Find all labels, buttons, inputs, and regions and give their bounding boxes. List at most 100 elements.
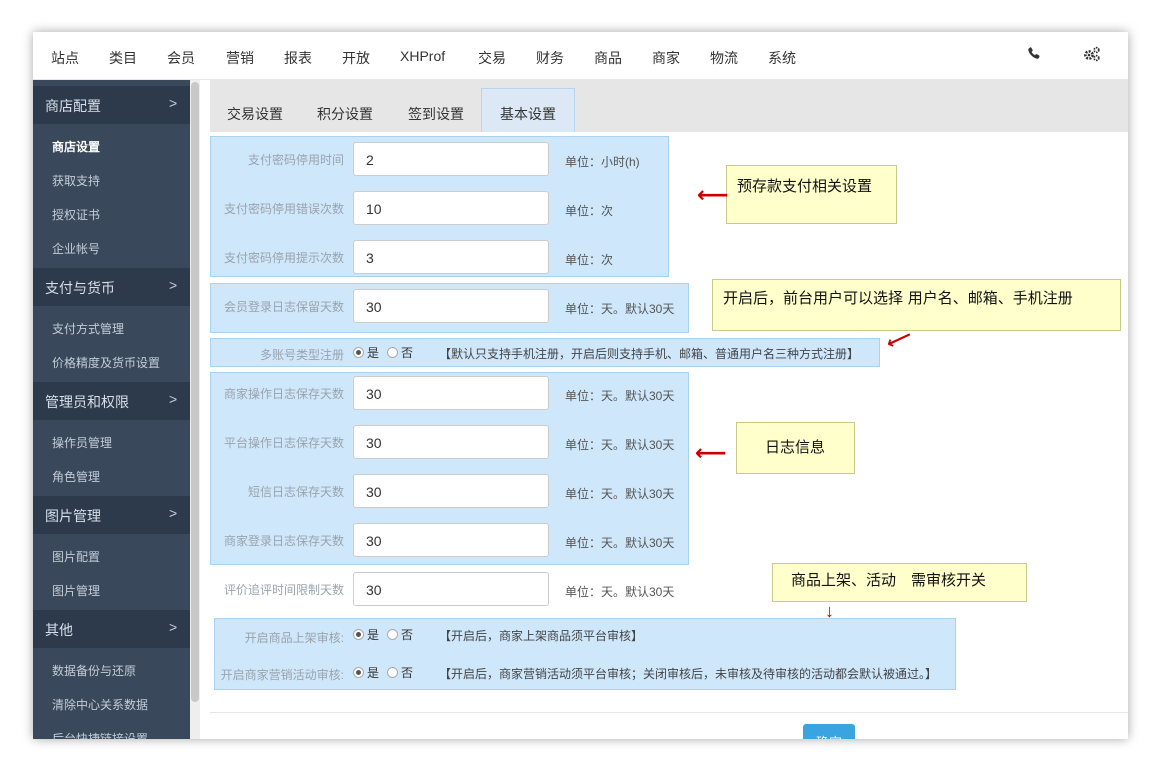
sidebar-item-quick-links[interactable]: 后台快捷链接设置 bbox=[52, 730, 148, 739]
form-row-label: 平台操作日志保存天数 bbox=[223, 436, 344, 450]
form-row-label: 商家操作日志保存天数 bbox=[223, 387, 344, 401]
nav-item-report[interactable]: 报表 bbox=[284, 48, 312, 68]
form-row-label: 支付密码停用提示次数 bbox=[223, 251, 344, 265]
sidebar-group-payment[interactable]: 支付与货币 > bbox=[33, 268, 190, 306]
sidebar-group-label: 其他 bbox=[45, 622, 73, 638]
sidebar-group-label: 图片管理 bbox=[45, 508, 101, 524]
sidebar-item-license[interactable]: 授权证书 bbox=[52, 206, 100, 223]
tab-checkin-settings[interactable]: 签到设置 bbox=[408, 104, 464, 124]
form-divider bbox=[210, 712, 1128, 713]
register-callout: 开启后，前台用户可以选择 用户名、邮箱、手机注册 bbox=[712, 279, 1121, 331]
sidebar-group-images[interactable]: 图片管理 > bbox=[33, 496, 190, 534]
sidebar-item-enterprise-account[interactable]: 企业帐号 bbox=[52, 240, 100, 257]
nav-item-member[interactable]: 会员 bbox=[167, 48, 195, 68]
review-limit-days-input[interactable]: 30 bbox=[353, 572, 549, 606]
member-login-log-days-input[interactable]: 30 bbox=[353, 289, 549, 323]
chevron-right-icon: > bbox=[169, 505, 178, 521]
radio-yes[interactable]: 是 bbox=[353, 628, 379, 642]
confirm-button[interactable]: 确定 bbox=[803, 724, 855, 739]
sidebar-item-backup[interactable]: 数据备份与还原 bbox=[52, 662, 136, 679]
sidebar: 商店配置 > 商店设置 获取支持 授权证书 企业帐号 支付与货币 > 支付方式管… bbox=[33, 80, 190, 739]
nav-item-goods[interactable]: 商品 bbox=[594, 48, 622, 68]
radio-yes[interactable]: 是 bbox=[353, 666, 379, 680]
sidebar-group-label: 管理员和权限 bbox=[45, 394, 129, 410]
form-row-unit: 单位：小时(h) bbox=[565, 155, 640, 169]
form-row-label: 短信日志保存天数 bbox=[247, 485, 344, 499]
audit-activity-note: 【开启后，商家营销活动须平台审核；关闭审核后，未审核及待审核的活动都会默认被通过… bbox=[439, 667, 938, 681]
sidebar-item-image-config[interactable]: 图片配置 bbox=[52, 548, 100, 565]
sidebar-item-roles[interactable]: 角色管理 bbox=[52, 468, 100, 485]
form-row-unit: 单位：天。默认30天 bbox=[565, 585, 675, 599]
arrow-down-icon: ↓ bbox=[825, 601, 834, 621]
sidebar-item-get-support[interactable]: 获取支持 bbox=[52, 172, 100, 189]
sidebar-item-store-settings[interactable]: 商店设置 bbox=[52, 138, 100, 155]
chevron-right-icon: > bbox=[169, 277, 178, 293]
tab-basic-settings[interactable]: 基本设置 bbox=[481, 88, 575, 132]
sidebar-scrollbar[interactable] bbox=[190, 80, 200, 739]
sidebar-item-clear-data[interactable]: 清除中心关系数据 bbox=[52, 696, 148, 713]
radio-yes[interactable]: 是 bbox=[353, 346, 379, 360]
radio-no[interactable]: 否 bbox=[387, 628, 413, 642]
chevron-right-icon: > bbox=[169, 391, 178, 407]
form-row-unit: 单位：天。默认30天 bbox=[565, 302, 675, 316]
nav-item-system[interactable]: 系统 bbox=[768, 48, 796, 68]
chevron-right-icon: > bbox=[169, 619, 178, 635]
sidebar-group-label: 支付与货币 bbox=[45, 280, 115, 296]
form-row-label: 评价追评时间限制天数 bbox=[223, 583, 344, 597]
form-row-label: 支付密码停用错误次数 bbox=[223, 202, 344, 216]
sidebar-group-admin[interactable]: 管理员和权限 > bbox=[33, 382, 190, 420]
form-row-unit: 单位：次 bbox=[565, 253, 614, 267]
scrollbar-thumb[interactable] bbox=[191, 82, 199, 702]
arrow-left-icon: ⟵ bbox=[697, 182, 729, 207]
payment-callout: 预存款支付相关设置 bbox=[726, 165, 897, 224]
nav-item-logistics[interactable]: 物流 bbox=[710, 48, 738, 68]
nav-item-xhprof[interactable]: XHProf bbox=[400, 48, 445, 64]
pay-password-lock-time-input[interactable]: 2 bbox=[353, 142, 549, 176]
chevron-right-icon: > bbox=[169, 95, 178, 111]
sms-log-days-input[interactable]: 30 bbox=[353, 474, 549, 508]
form-row-unit: 单位：天。默认30天 bbox=[565, 536, 675, 550]
nav-item-finance[interactable]: 财务 bbox=[536, 48, 564, 68]
form-row-label: 多账号类型注册 bbox=[259, 348, 344, 362]
form-row-label: 开启商品上架审核: bbox=[244, 631, 344, 645]
gears-icon[interactable] bbox=[1083, 46, 1101, 67]
nav-item-trade[interactable]: 交易 bbox=[478, 48, 506, 68]
form-row-unit: 单位：天。默认30天 bbox=[565, 389, 675, 403]
merchant-op-log-days-input[interactable]: 30 bbox=[353, 376, 549, 410]
phone-icon[interactable] bbox=[1027, 46, 1041, 65]
merchant-login-log-days-input[interactable]: 30 bbox=[353, 523, 549, 557]
pay-password-hint-count-input[interactable]: 3 bbox=[353, 240, 549, 274]
nav-item-category[interactable]: 类目 bbox=[109, 48, 137, 68]
nav-item-merchant[interactable]: 商家 bbox=[652, 48, 680, 68]
logs-callout: 日志信息 bbox=[736, 422, 855, 474]
sidebar-item-price-precision[interactable]: 价格精度及货币设置 bbox=[52, 354, 160, 371]
form-row-label: 开启商家营销活动审核: bbox=[220, 668, 344, 682]
sidebar-group-label: 商店配置 bbox=[45, 98, 101, 114]
radio-no[interactable]: 否 bbox=[387, 346, 413, 360]
audit-goods-radio-group: 是否 bbox=[353, 626, 421, 643]
form-row-label: 支付密码停用时间 bbox=[247, 153, 344, 167]
sidebar-group-other[interactable]: 其他 > bbox=[33, 610, 190, 648]
tab-bar: 交易设置 积分设置 签到设置 基本设置 bbox=[210, 80, 1128, 132]
sidebar-item-image-manage[interactable]: 图片管理 bbox=[52, 582, 100, 599]
form-row-unit: 单位：天。默认30天 bbox=[565, 438, 675, 452]
multi-account-note: 【默认只支持手机注册，开启后则支持手机、邮箱、普通用户名三种方式注册】 bbox=[439, 347, 860, 361]
tab-points-settings[interactable]: 积分设置 bbox=[317, 104, 373, 124]
form-row-unit: 单位：次 bbox=[565, 204, 614, 218]
sidebar-item-operators[interactable]: 操作员管理 bbox=[52, 434, 112, 451]
tab-trade-settings[interactable]: 交易设置 bbox=[227, 104, 283, 124]
pay-password-error-count-input[interactable]: 10 bbox=[353, 191, 549, 225]
sidebar-group-store-config[interactable]: 商店配置 > bbox=[33, 86, 190, 124]
app-window: 站点 类目 会员 营销 报表 开放 XHProf 交易 财务 商品 商家 物流 … bbox=[33, 32, 1128, 739]
nav-item-site[interactable]: 站点 bbox=[51, 48, 79, 68]
arrow-left-icon: ⟵ bbox=[695, 440, 727, 465]
platform-op-log-days-input[interactable]: 30 bbox=[353, 425, 549, 459]
sidebar-item-payment-methods[interactable]: 支付方式管理 bbox=[52, 320, 124, 337]
multi-account-radio-group: 是否 bbox=[353, 344, 421, 361]
audit-activity-radio-group: 是否 bbox=[353, 664, 421, 681]
nav-item-open[interactable]: 开放 bbox=[342, 48, 370, 68]
nav-item-marketing[interactable]: 营销 bbox=[226, 48, 254, 68]
form-row-label: 会员登录日志保留天数 bbox=[223, 300, 344, 314]
form-row-unit: 单位：天。默认30天 bbox=[565, 487, 675, 501]
radio-no[interactable]: 否 bbox=[387, 666, 413, 680]
